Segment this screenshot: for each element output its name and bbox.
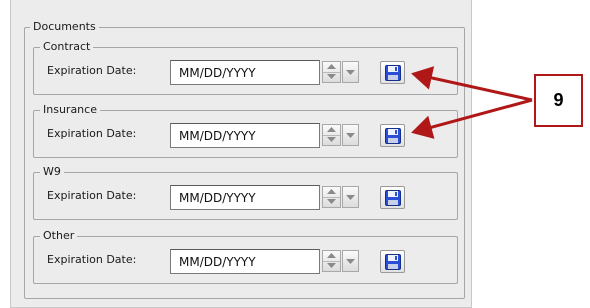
callout-number-badge: 9: [534, 74, 583, 127]
callout-arrows: [411, 66, 533, 139]
